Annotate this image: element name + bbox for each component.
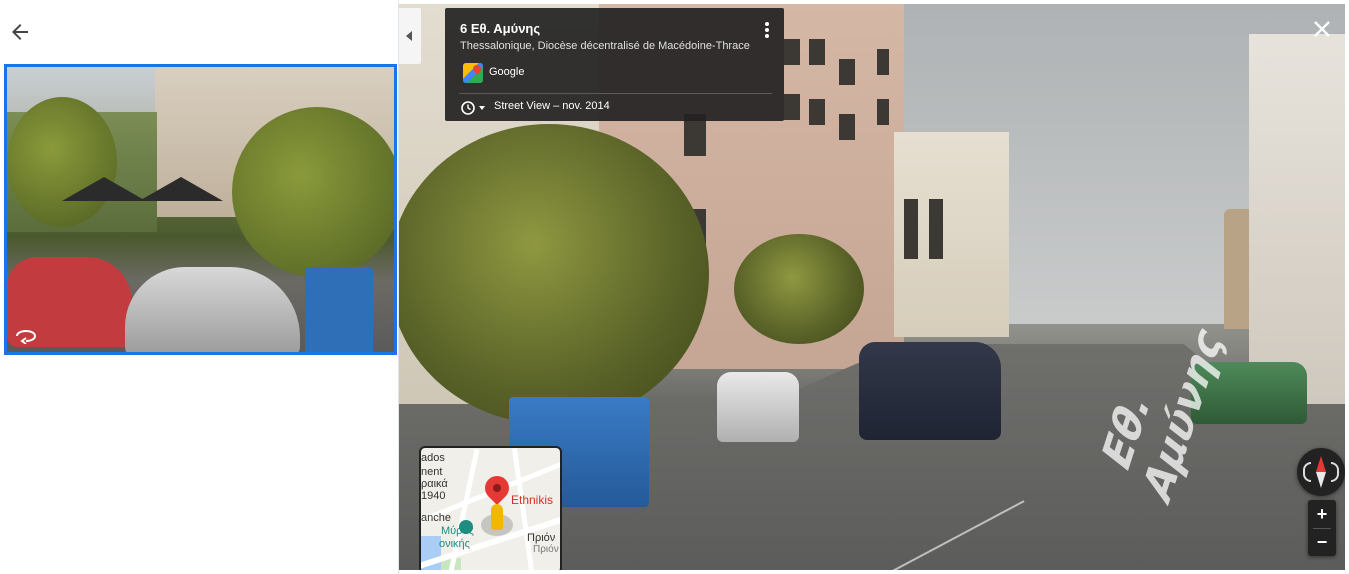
dot-icon bbox=[765, 28, 769, 32]
window bbox=[809, 39, 825, 65]
map-label: anche bbox=[421, 512, 451, 524]
compass-button[interactable] bbox=[1297, 448, 1345, 496]
back-button[interactable] bbox=[8, 20, 32, 44]
building-right bbox=[1249, 34, 1345, 404]
map-label: ados bbox=[421, 452, 445, 464]
zoom-out-button[interactable]: − bbox=[1308, 528, 1336, 556]
tree bbox=[734, 234, 864, 344]
source-label[interactable]: Google bbox=[489, 66, 524, 78]
window bbox=[877, 49, 889, 75]
window bbox=[809, 99, 825, 125]
van-dark-blue bbox=[859, 342, 1001, 440]
location-title: 6 Εθ. Αμύνης bbox=[460, 21, 541, 36]
map-label: ραικά bbox=[421, 478, 448, 490]
thumb-umbrella bbox=[139, 177, 223, 201]
thumb-umbrella bbox=[62, 177, 146, 201]
compass-arc-icon bbox=[1303, 462, 1311, 482]
tree bbox=[399, 124, 709, 424]
more-options-button[interactable] bbox=[760, 20, 774, 40]
photo-panel bbox=[0, 0, 399, 574]
minimap[interactable]: ados nent ραικά 1940 anche Μύρος ονικής … bbox=[419, 446, 562, 570]
location-pin-icon bbox=[480, 471, 514, 505]
close-icon bbox=[1314, 21, 1330, 37]
museum-icon bbox=[459, 520, 473, 534]
window bbox=[904, 199, 918, 259]
dot-icon bbox=[765, 34, 769, 38]
map-label: 1940 bbox=[421, 490, 446, 502]
location-subtitle: Thessalonique, Diocèse décentralisé de M… bbox=[460, 40, 750, 52]
zoom-control: + − bbox=[1308, 500, 1336, 556]
map-road bbox=[511, 448, 536, 570]
map-label: ονικής bbox=[439, 538, 470, 550]
close-button[interactable] bbox=[1311, 18, 1333, 40]
pegman-icon[interactable] bbox=[491, 504, 503, 530]
card-divider bbox=[459, 93, 772, 94]
thumb-bin bbox=[305, 267, 373, 352]
map-label: nent bbox=[421, 466, 443, 478]
compass-north-icon bbox=[1316, 456, 1326, 472]
zoom-in-button[interactable]: + bbox=[1308, 500, 1336, 528]
map-location-label: Ethnikis bbox=[511, 493, 554, 507]
window bbox=[929, 199, 943, 259]
history-button[interactable] bbox=[460, 100, 488, 116]
window bbox=[839, 114, 855, 140]
panorama-360-icon bbox=[13, 324, 39, 345]
compass-south-icon bbox=[1316, 472, 1326, 488]
map-label: Πριόν bbox=[533, 544, 559, 555]
thumb-tree bbox=[232, 107, 394, 277]
dot-icon bbox=[765, 22, 769, 26]
thumb-tree bbox=[7, 97, 117, 227]
window bbox=[784, 39, 800, 65]
location-info-card: 6 Εθ. Αμύνης Thessalonique, Diocèse déce… bbox=[445, 8, 784, 121]
map-label: Πριόν bbox=[527, 532, 556, 544]
window bbox=[784, 94, 800, 120]
chevron-left-icon bbox=[406, 31, 412, 41]
panorama-thumbnail[interactable] bbox=[4, 64, 397, 355]
collapse-panel-button[interactable] bbox=[399, 8, 421, 64]
street-view-viewer[interactable]: Εθ. Αμύνης 6 Εθ. Αμύνης Thessalonique, D… bbox=[399, 4, 1345, 570]
window bbox=[877, 99, 889, 125]
compass-arc-icon bbox=[1331, 462, 1339, 482]
arrow-left-icon bbox=[12, 24, 28, 40]
google-maps-icon bbox=[463, 63, 483, 83]
car-white bbox=[717, 372, 799, 442]
thumb-car-silver bbox=[125, 267, 300, 352]
clock-icon bbox=[461, 101, 485, 115]
capture-date-label[interactable]: Street View – nov. 2014 bbox=[494, 100, 610, 112]
window bbox=[839, 59, 855, 85]
